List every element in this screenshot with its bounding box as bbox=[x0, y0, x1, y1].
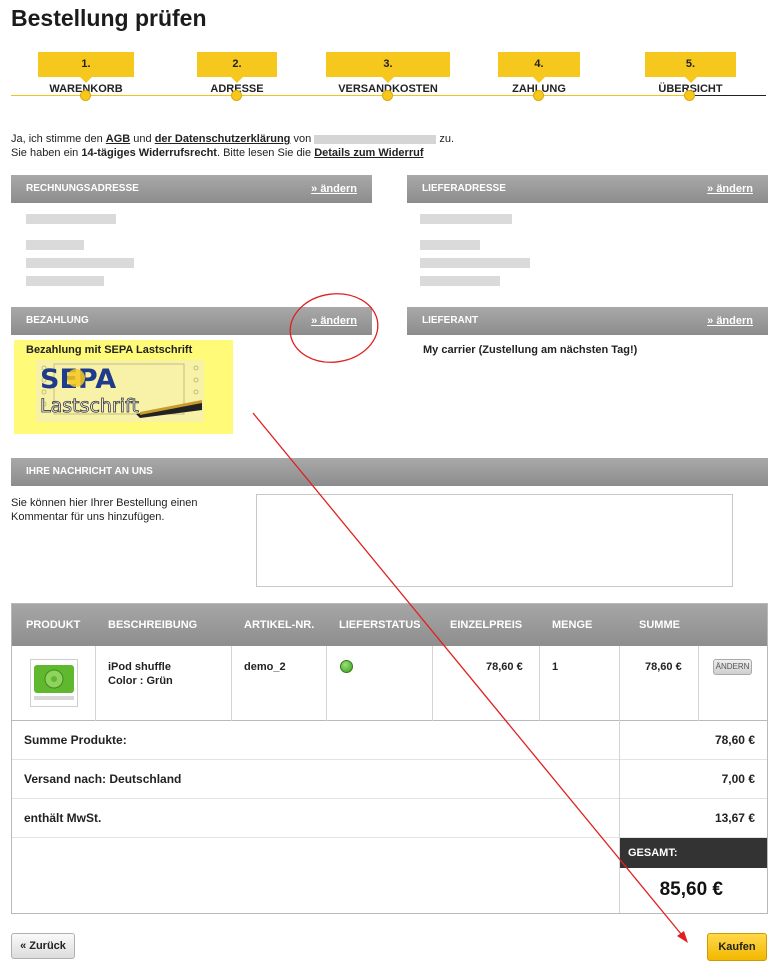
withdrawal-details-link[interactable]: Details zum Widerruf bbox=[314, 147, 423, 159]
carrier-name: My carrier (Zustellung am nächsten Tag!) bbox=[423, 344, 638, 356]
privacy-link[interactable]: der Datenschutzerklärung bbox=[155, 133, 291, 145]
redacted-shipping-line bbox=[420, 240, 480, 250]
payment-method-label: Bezahlung mit SEPA Lastschrift bbox=[26, 344, 193, 356]
product-sku: demo_2 bbox=[244, 661, 286, 673]
billing-change-link[interactable]: » ändern bbox=[311, 175, 357, 203]
order-comment-textarea[interactable] bbox=[256, 494, 733, 587]
step-dot-1 bbox=[80, 90, 91, 101]
page-title: Bestellung prüfen bbox=[11, 5, 207, 31]
redacted-shipping-line bbox=[420, 214, 512, 224]
col-description: BESCHREIBUNG bbox=[108, 619, 198, 631]
ipod-shuffle-icon bbox=[34, 665, 74, 700]
terms-notice: Ja, ich stimme den AGB und der Datenschu… bbox=[11, 133, 455, 159]
product-thumbnail[interactable] bbox=[30, 659, 78, 707]
total-value: 85,60 € bbox=[659, 879, 723, 900]
message-header: IHRE NACHRICHT AN UNS bbox=[11, 458, 768, 486]
svg-text:Lastschrift: Lastschrift bbox=[40, 395, 139, 417]
payment-method-panel: Bezahlung mit SEPA Lastschrift SEPA Last… bbox=[14, 340, 233, 434]
col-quantity: MENGE bbox=[552, 619, 593, 631]
redacted-billing-line bbox=[26, 240, 84, 250]
col-delivery-status: LIEFERSTATUS bbox=[339, 619, 421, 631]
product-name[interactable]: iPod shuffle bbox=[108, 660, 173, 674]
step-payment[interactable]: 4. ZAHLUNG bbox=[498, 52, 580, 95]
step-dot-5 bbox=[684, 90, 695, 101]
step-dot-3 bbox=[382, 90, 393, 101]
product-description: iPod shuffle Color : Grün bbox=[108, 660, 173, 688]
order-table-header: PRODUKT BESCHREIBUNG ARTIKEL-NR. LIEFERS… bbox=[12, 604, 767, 646]
shipping-address-header: LIEFERADRESSE » ändern bbox=[407, 175, 768, 203]
redacted-billing-line bbox=[26, 258, 134, 268]
delivery-status-icon bbox=[340, 660, 353, 673]
sepa-logo-icon: SEPA Lastschrift bbox=[36, 360, 204, 422]
billing-address-header: RECHNUNGSADRESSE » ändern bbox=[11, 175, 372, 203]
step-cart[interactable]: 1. WARENKORB bbox=[38, 52, 134, 95]
carrier-header: LIEFERANT » ändern bbox=[407, 307, 768, 335]
quantity: 1 bbox=[552, 661, 559, 673]
unit-price: 78,60 € bbox=[486, 661, 523, 673]
step-address[interactable]: 2. ADRESSE bbox=[197, 52, 277, 95]
line-total: 78,60 € bbox=[645, 661, 682, 673]
col-sku: ARTIKEL-NR. bbox=[244, 619, 315, 631]
col-unit-price: EINZELPREIS bbox=[450, 619, 523, 631]
message-hint: Sie können hier Ihrer Bestellung einen K… bbox=[11, 497, 198, 523]
back-button[interactable]: « Zurück bbox=[11, 933, 75, 959]
payment-header: BEZAHLUNG » ändern bbox=[11, 307, 372, 335]
redacted-shop-name bbox=[314, 134, 437, 144]
carrier-change-link[interactable]: » ändern bbox=[707, 307, 753, 335]
total-label: GESAMT: bbox=[620, 838, 767, 868]
step-dot-2 bbox=[231, 90, 242, 101]
redacted-billing-line bbox=[26, 214, 116, 224]
summary-row: Summe Produkte: 78,60 € bbox=[12, 721, 767, 760]
change-item-button[interactable]: ÄNDERN bbox=[713, 659, 752, 675]
payment-change-link[interactable]: » ändern bbox=[311, 307, 357, 335]
col-sum: SUMME bbox=[639, 619, 680, 631]
summary-row: Versand nach: Deutschland 7,00 € bbox=[12, 760, 767, 799]
agb-link[interactable]: AGB bbox=[106, 133, 130, 145]
redacted-shipping-line bbox=[420, 258, 530, 268]
redacted-billing-line bbox=[26, 276, 104, 286]
col-product: PRODUKT bbox=[26, 619, 81, 631]
shipping-change-link[interactable]: » ändern bbox=[707, 175, 753, 203]
buy-button[interactable]: Kaufen bbox=[707, 933, 767, 961]
product-variant: Color : Grün bbox=[108, 675, 173, 687]
step-shipping-costs[interactable]: 3. VERSANDKOSTEN bbox=[326, 52, 450, 95]
step-overview[interactable]: 5. ÜBERSICHT bbox=[645, 52, 736, 95]
annotation-arrow-head bbox=[677, 931, 688, 943]
summary-row: enthält MwSt. 13,67 € bbox=[12, 799, 767, 838]
step-dot-4 bbox=[533, 90, 544, 101]
redacted-shipping-line bbox=[420, 276, 500, 286]
order-table: PRODUKT BESCHREIBUNG ARTIKEL-NR. LIEFERS… bbox=[11, 603, 768, 914]
